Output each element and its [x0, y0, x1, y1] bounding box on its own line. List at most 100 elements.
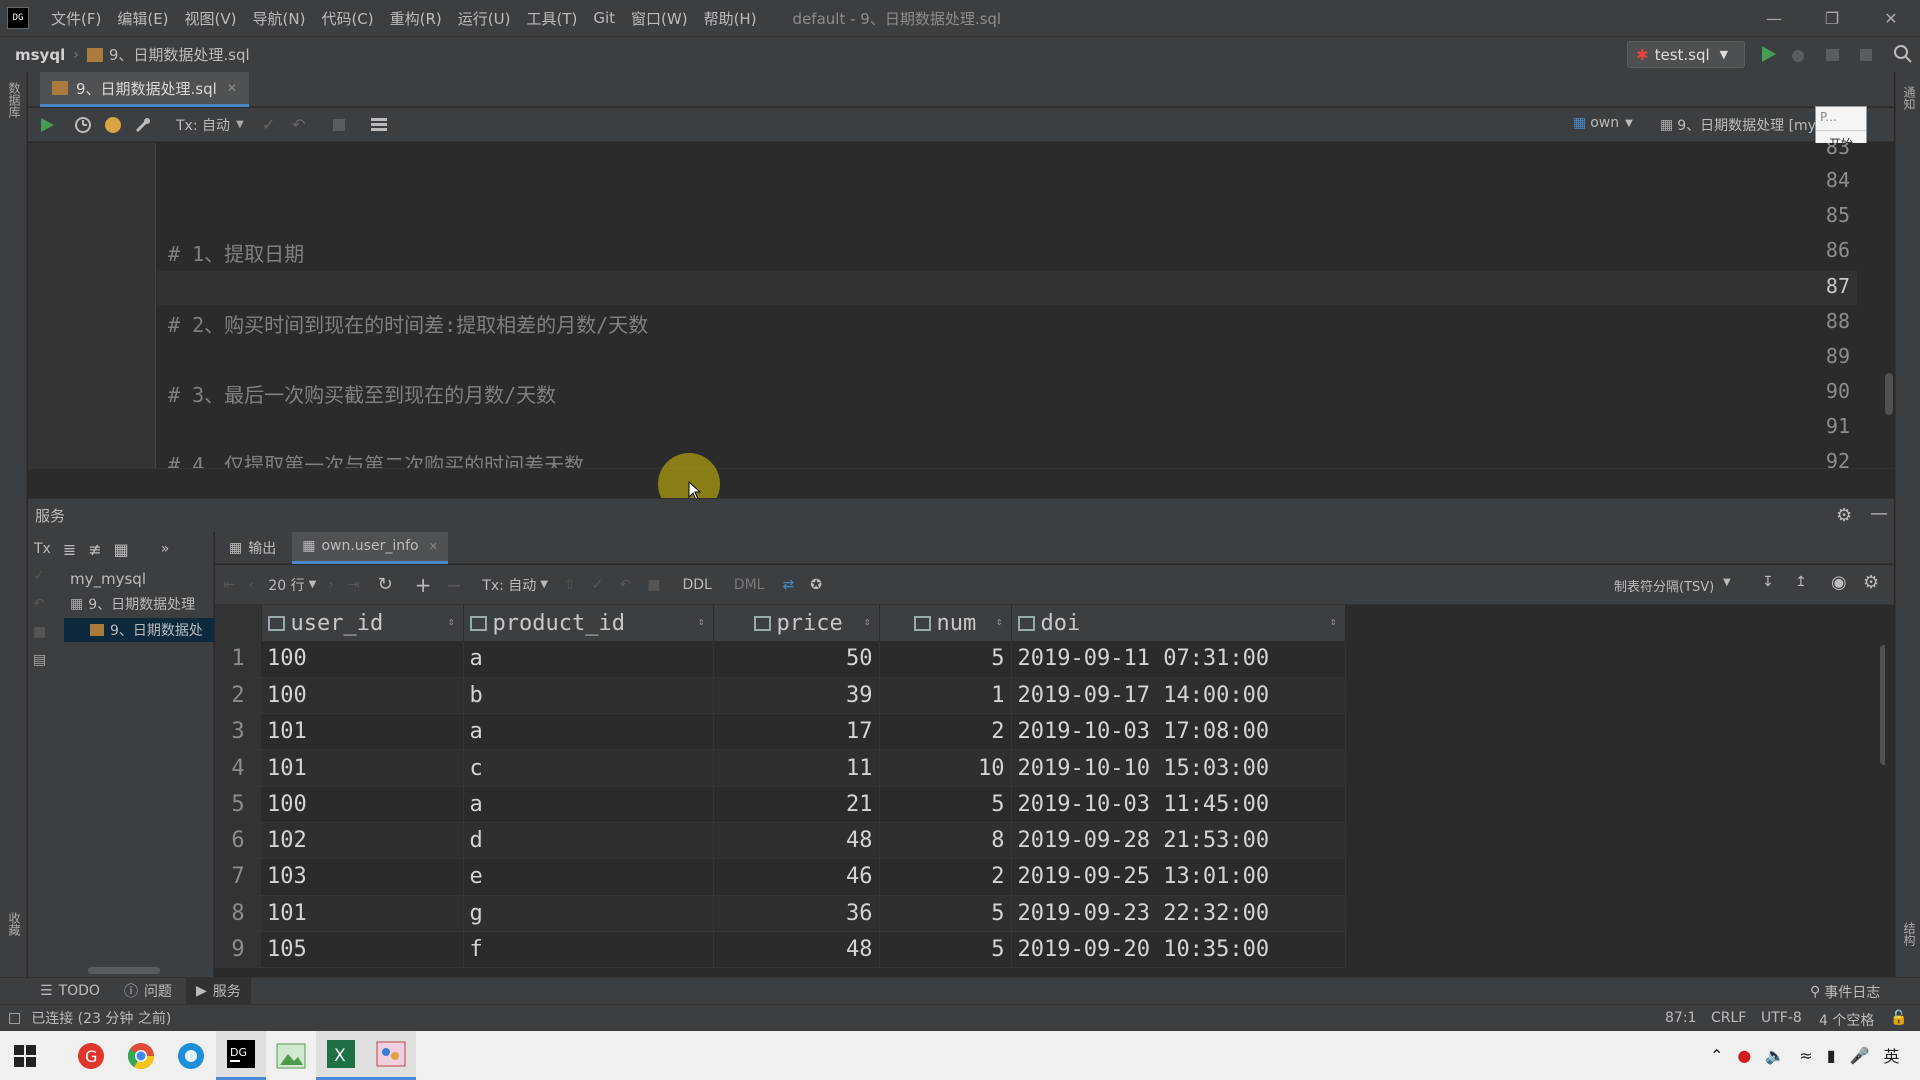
cell-doi[interactable]: 2019-09-11 07:31:00: [1011, 641, 1346, 678]
tree-scroll-thumb[interactable]: [88, 967, 160, 974]
tree-root-my-mysql[interactable]: my_mysql: [70, 570, 146, 588]
expand-all-icon[interactable]: ≣: [63, 540, 76, 559]
stop-icon[interactable]: ■: [33, 624, 53, 640]
grid-scroll-thumb[interactable]: [1880, 645, 1885, 765]
popup-input[interactable]: P...: [1816, 107, 1866, 131]
commit-icon[interactable]: ✓: [254, 110, 284, 140]
first-page-icon[interactable]: ⇤: [223, 577, 235, 593]
cell-doi[interactable]: 2019-09-23 22:32:00: [1011, 895, 1346, 932]
table-row[interactable]: 8 101 g 36 5 2019-09-23 22:32:00: [215, 895, 1346, 932]
microphone-icon[interactable]: 🎤: [1850, 1046, 1870, 1065]
todo-tab[interactable]: ☰ TODO: [40, 983, 100, 999]
start-windows-icon[interactable]: [0, 1031, 50, 1080]
database-tool-tab[interactable]: 数据库: [6, 82, 23, 118]
restore-button[interactable]: ❐: [1803, 0, 1861, 36]
sort-icon[interactable]: ⇕: [864, 615, 871, 628]
cell-num[interactable]: 5: [879, 786, 1012, 823]
cell-user-id[interactable]: 102: [261, 822, 464, 860]
table-row[interactable]: 1 100 a 50 5 2019-09-11 07:31:00: [215, 641, 1346, 678]
sort-icon[interactable]: ⇕: [996, 615, 1003, 628]
next-page-icon[interactable]: ›: [328, 577, 334, 593]
services-tab[interactable]: ▶ 服务: [185, 977, 251, 1005]
more-icon[interactable]: »: [161, 541, 170, 557]
sort-icon[interactable]: ⇕: [1330, 615, 1337, 628]
gear-icon[interactable]: ⚙: [1863, 572, 1879, 593]
cell-product-id[interactable]: a: [463, 641, 714, 678]
tx-icon[interactable]: Tx: [34, 541, 51, 557]
splitter[interactable]: [28, 468, 1894, 498]
cell-user-id[interactable]: 101: [261, 713, 464, 751]
table-row[interactable]: 4 101 c 11 10 2019-10-10 15:03:00: [215, 749, 1346, 787]
upload-icon[interactable]: ↥: [1795, 574, 1807, 590]
tab-table-result[interactable]: ▦ own.user_info ✕: [292, 531, 448, 564]
cell-num[interactable]: 2: [879, 713, 1012, 751]
cell-num[interactable]: 1: [879, 677, 1012, 715]
cell-product-id[interactable]: e: [463, 858, 714, 896]
sort-icon[interactable]: ⇕: [698, 615, 705, 628]
cell-price[interactable]: 36: [713, 895, 880, 932]
table-row[interactable]: 9 105 f 48 5 2019-09-20 10:35:00: [215, 931, 1346, 969]
cell-num[interactable]: 5: [879, 895, 1012, 932]
menu-code[interactable]: 代码(C): [313, 8, 381, 29]
tx-mode-selector[interactable]: Tx: 自动: [176, 115, 230, 135]
table-row[interactable]: 6 102 d 48 8 2019-09-28 21:53:00: [215, 822, 1346, 860]
cell-num[interactable]: 8: [879, 822, 1012, 860]
editor-scroll-thumb[interactable]: [1885, 373, 1893, 415]
column-header-product-id[interactable]: product_id ⇕: [463, 605, 714, 641]
commit-icon[interactable]: ✓: [33, 568, 53, 584]
pin-icon[interactable]: ✪: [810, 577, 822, 593]
cell-doi[interactable]: 2019-09-20 10:35:00: [1011, 931, 1346, 969]
problems-tab[interactable]: ⓘ 问题: [124, 981, 172, 1001]
caret-position[interactable]: 87:1: [1665, 1010, 1696, 1026]
status-square-icon[interactable]: □: [8, 1010, 21, 1026]
table-row[interactable]: 3 101 a 17 2 2019-10-03 17:08:00: [215, 713, 1346, 751]
cell-price[interactable]: 21: [713, 786, 880, 823]
chevron-up-icon[interactable]: ⌃: [1710, 1046, 1723, 1065]
cell-user-id[interactable]: 105: [261, 931, 464, 969]
lock-icon[interactable]: 🔓: [1890, 1010, 1907, 1026]
editor-tab-active[interactable]: 9、日期数据处理.sql ✕: [40, 72, 249, 107]
menu-file[interactable]: 文件(F): [43, 8, 109, 29]
coverage-icon[interactable]: [1823, 45, 1843, 65]
foxit-app-icon[interactable]: G: [66, 1031, 116, 1080]
column-header-user-id[interactable]: user_id ⇕: [261, 605, 464, 641]
line-separator[interactable]: CRLF: [1711, 1010, 1746, 1026]
cell-product-id[interactable]: f: [463, 931, 714, 969]
commit-icon[interactable]: ✓: [592, 577, 604, 593]
cell-product-id[interactable]: a: [463, 786, 714, 823]
sort-icon[interactable]: ⇕: [448, 615, 455, 628]
cell-product-id[interactable]: b: [463, 677, 714, 715]
menu-navigate[interactable]: 导航(N): [245, 8, 314, 29]
cell-doi[interactable]: 2019-09-28 21:53:00: [1011, 822, 1346, 860]
battery-icon[interactable]: ▮: [1827, 1046, 1836, 1065]
page-size-selector[interactable]: 20 行: [268, 575, 304, 595]
history-icon[interactable]: [68, 110, 98, 140]
cell-num[interactable]: 5: [879, 641, 1012, 678]
add-row-icon[interactable]: +: [415, 573, 432, 597]
delete-row-icon[interactable]: −: [446, 573, 463, 597]
tx-mode-selector[interactable]: Tx: 自动: [482, 575, 536, 595]
search-icon[interactable]: [1893, 44, 1913, 64]
dml-button[interactable]: DML: [734, 577, 765, 593]
cell-price[interactable]: 48: [713, 931, 880, 969]
gear-icon[interactable]: ⚙: [1836, 505, 1852, 526]
column-header-num[interactable]: num ⇕: [879, 605, 1012, 641]
compare-icon[interactable]: ⇄: [782, 577, 794, 593]
cancel-query-icon[interactable]: [324, 110, 354, 140]
cell-doi[interactable]: 2019-09-17 14:00:00: [1011, 677, 1346, 715]
settings-wrench-icon[interactable]: [128, 110, 158, 140]
execute-icon[interactable]: [32, 110, 62, 140]
cell-doi[interactable]: 2019-09-25 13:01:00: [1011, 858, 1346, 896]
debug-icon[interactable]: [1788, 45, 1808, 65]
download-icon[interactable]: ↧: [1762, 574, 1774, 590]
record-icon[interactable]: ●: [1737, 1046, 1751, 1065]
cell-price[interactable]: 11: [713, 749, 880, 787]
output-layout-icon[interactable]: [364, 110, 394, 140]
collapse-all-icon[interactable]: ≢: [88, 540, 101, 559]
chrome-app-icon[interactable]: [116, 1031, 166, 1080]
ddl-button[interactable]: DDL: [682, 577, 711, 593]
grid-scrollbar[interactable]: [1880, 635, 1885, 975]
cell-product-id[interactable]: c: [463, 749, 714, 787]
close-tab-icon[interactable]: ✕: [227, 81, 237, 95]
prev-page-icon[interactable]: ‹: [249, 577, 255, 593]
